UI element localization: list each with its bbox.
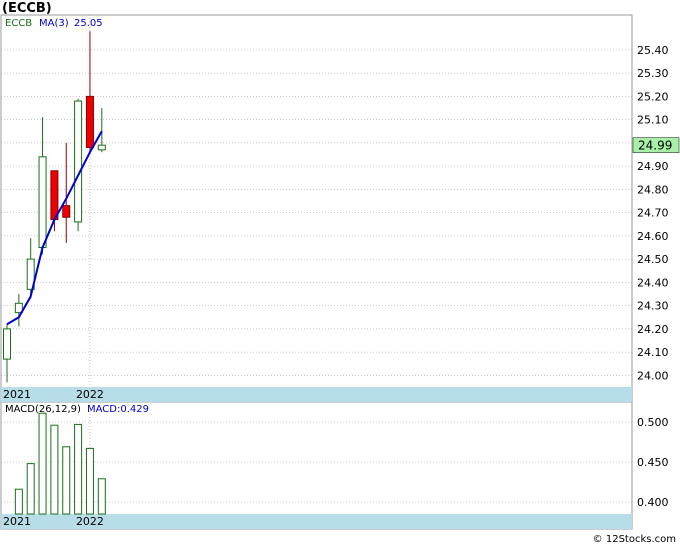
candle-body [97,144,106,151]
stock-chart-figure: 24.00 24.10 24.20 24.30 24.40 24.50 24.60 24.70… [0,1,680,545]
candle-body [50,170,59,221]
price-y-tick-label: 24.70 [637,207,669,220]
candle-body [74,100,83,223]
macd-y-tick-labels: 0.400 0.450 0.500 [637,416,669,509]
legend-ma-value: 25.05 [74,18,103,29]
macd-bar [97,478,106,515]
macd-bar [85,447,94,515]
candle-body [3,328,11,360]
last-price-value: 24.99 [638,139,672,153]
macd-legend-value: MACD:0.429 [87,404,149,415]
macd-legend-label: MACD(26,12,9) [5,404,81,415]
candle-body [85,95,94,149]
macd-y-tick-label: 0.500 [637,416,669,429]
macd-bar [14,488,23,515]
price-y-tick-label: 25.20 [637,90,669,103]
price-y-tick-label: 24.80 [637,183,669,196]
price-y-tick-label: 24.90 [637,160,669,173]
macd-x-tick-label: 2022 [76,515,104,528]
price-y-tick-label: 24.30 [637,300,669,313]
price-y-tick-labels: 24.00 24.10 24.20 24.30 24.40 24.50 24.60 24.70… [637,44,669,383]
price-y-tick-label: 24.60 [637,230,669,243]
macd-bar [26,463,35,515]
price-y-tick-label: 24.50 [637,253,669,266]
macd-bar [50,424,59,515]
price-y-tick-label: 25.10 [637,114,669,127]
price-y-tick-label: 24.40 [637,276,669,289]
price-x-tick-label: 2022 [76,388,104,401]
candle-body [62,205,71,218]
copyright-text: © 12Stocks.com [593,534,676,545]
legend-ma-label: MA(3) [39,18,69,29]
macd-bar [62,446,71,515]
price-y-tick-label: 24.20 [637,323,669,336]
macd-x-tick-label: 2021 [3,515,31,528]
macd-y-tick-label: 0.450 [637,456,669,469]
price-y-tick-label: 24.10 [637,346,669,359]
price-x-tick-label: 2021 [3,388,31,401]
macd-y-tick-label: 0.400 [637,496,669,509]
macd-panel-frame [0,401,633,530]
candle-body [38,156,47,248]
price-y-tick-label: 25.30 [637,67,669,80]
chart-title: (ECCB) [2,1,52,16]
macd-bar [38,412,47,515]
price-y-tick-label: 24.00 [637,369,669,382]
price-y-tick-label: 25.40 [637,44,669,57]
macd-bar [74,423,83,515]
legend-symbol: ECCB [5,18,32,29]
